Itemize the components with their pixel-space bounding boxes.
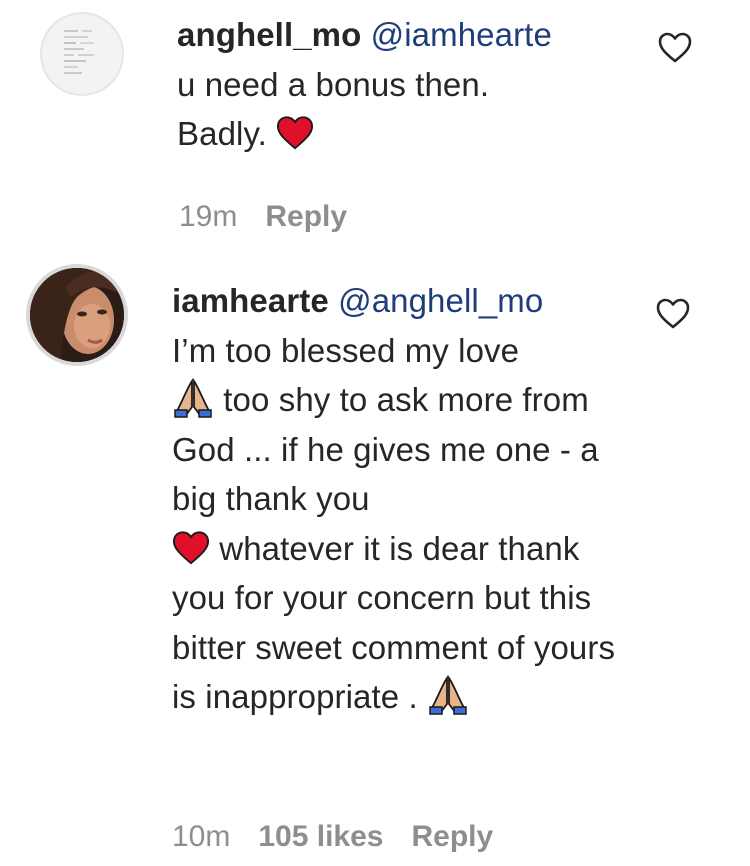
folded-hands-emoji-icon	[429, 675, 467, 715]
comment-line: I’m too blessed my love	[172, 331, 520, 369]
comment-text: anghell_mo @iamhearte u need a bonus the…	[177, 10, 637, 159]
comment-line: too shy to ask more from God ... if he g…	[172, 381, 608, 517]
text-image-avatar-icon	[64, 30, 94, 74]
comment-line: u need a bonus then.	[177, 65, 490, 103]
like-button[interactable]	[653, 294, 693, 334]
reply-button[interactable]: Reply	[265, 200, 347, 233]
comment-line: whatever it is dear thank you for your c…	[172, 529, 625, 716]
likes-count[interactable]: 105 likes	[258, 820, 383, 853]
folded-hands-emoji-icon	[174, 378, 212, 418]
red-heart-emoji-icon	[277, 116, 314, 150]
comment-timestamp: 19m	[179, 200, 238, 233]
comment-mention[interactable]: @anghell_mo	[338, 282, 543, 319]
comment-meta: 10m 105 likes Reply	[172, 820, 521, 854]
like-button[interactable]	[655, 28, 695, 68]
comment-mention[interactable]: @iamhearte	[371, 16, 552, 53]
avatar[interactable]	[40, 12, 124, 96]
comment-text: iamhearte @anghell_mo I’m too blessed my…	[172, 276, 632, 722]
red-heart-emoji-icon	[172, 530, 210, 564]
avatar[interactable]	[26, 264, 128, 366]
comment-timestamp: 10m	[172, 820, 231, 853]
comment-username[interactable]: anghell_mo	[177, 16, 361, 53]
heart-outline-icon	[656, 298, 690, 329]
comment-username[interactable]: iamhearte	[172, 282, 329, 319]
comment-meta: 19m Reply	[179, 200, 375, 234]
comment-line: Badly.	[177, 115, 267, 152]
reply-button[interactable]: Reply	[411, 820, 493, 853]
heart-outline-icon	[658, 32, 692, 63]
profile-photo-avatar-icon	[30, 268, 124, 362]
